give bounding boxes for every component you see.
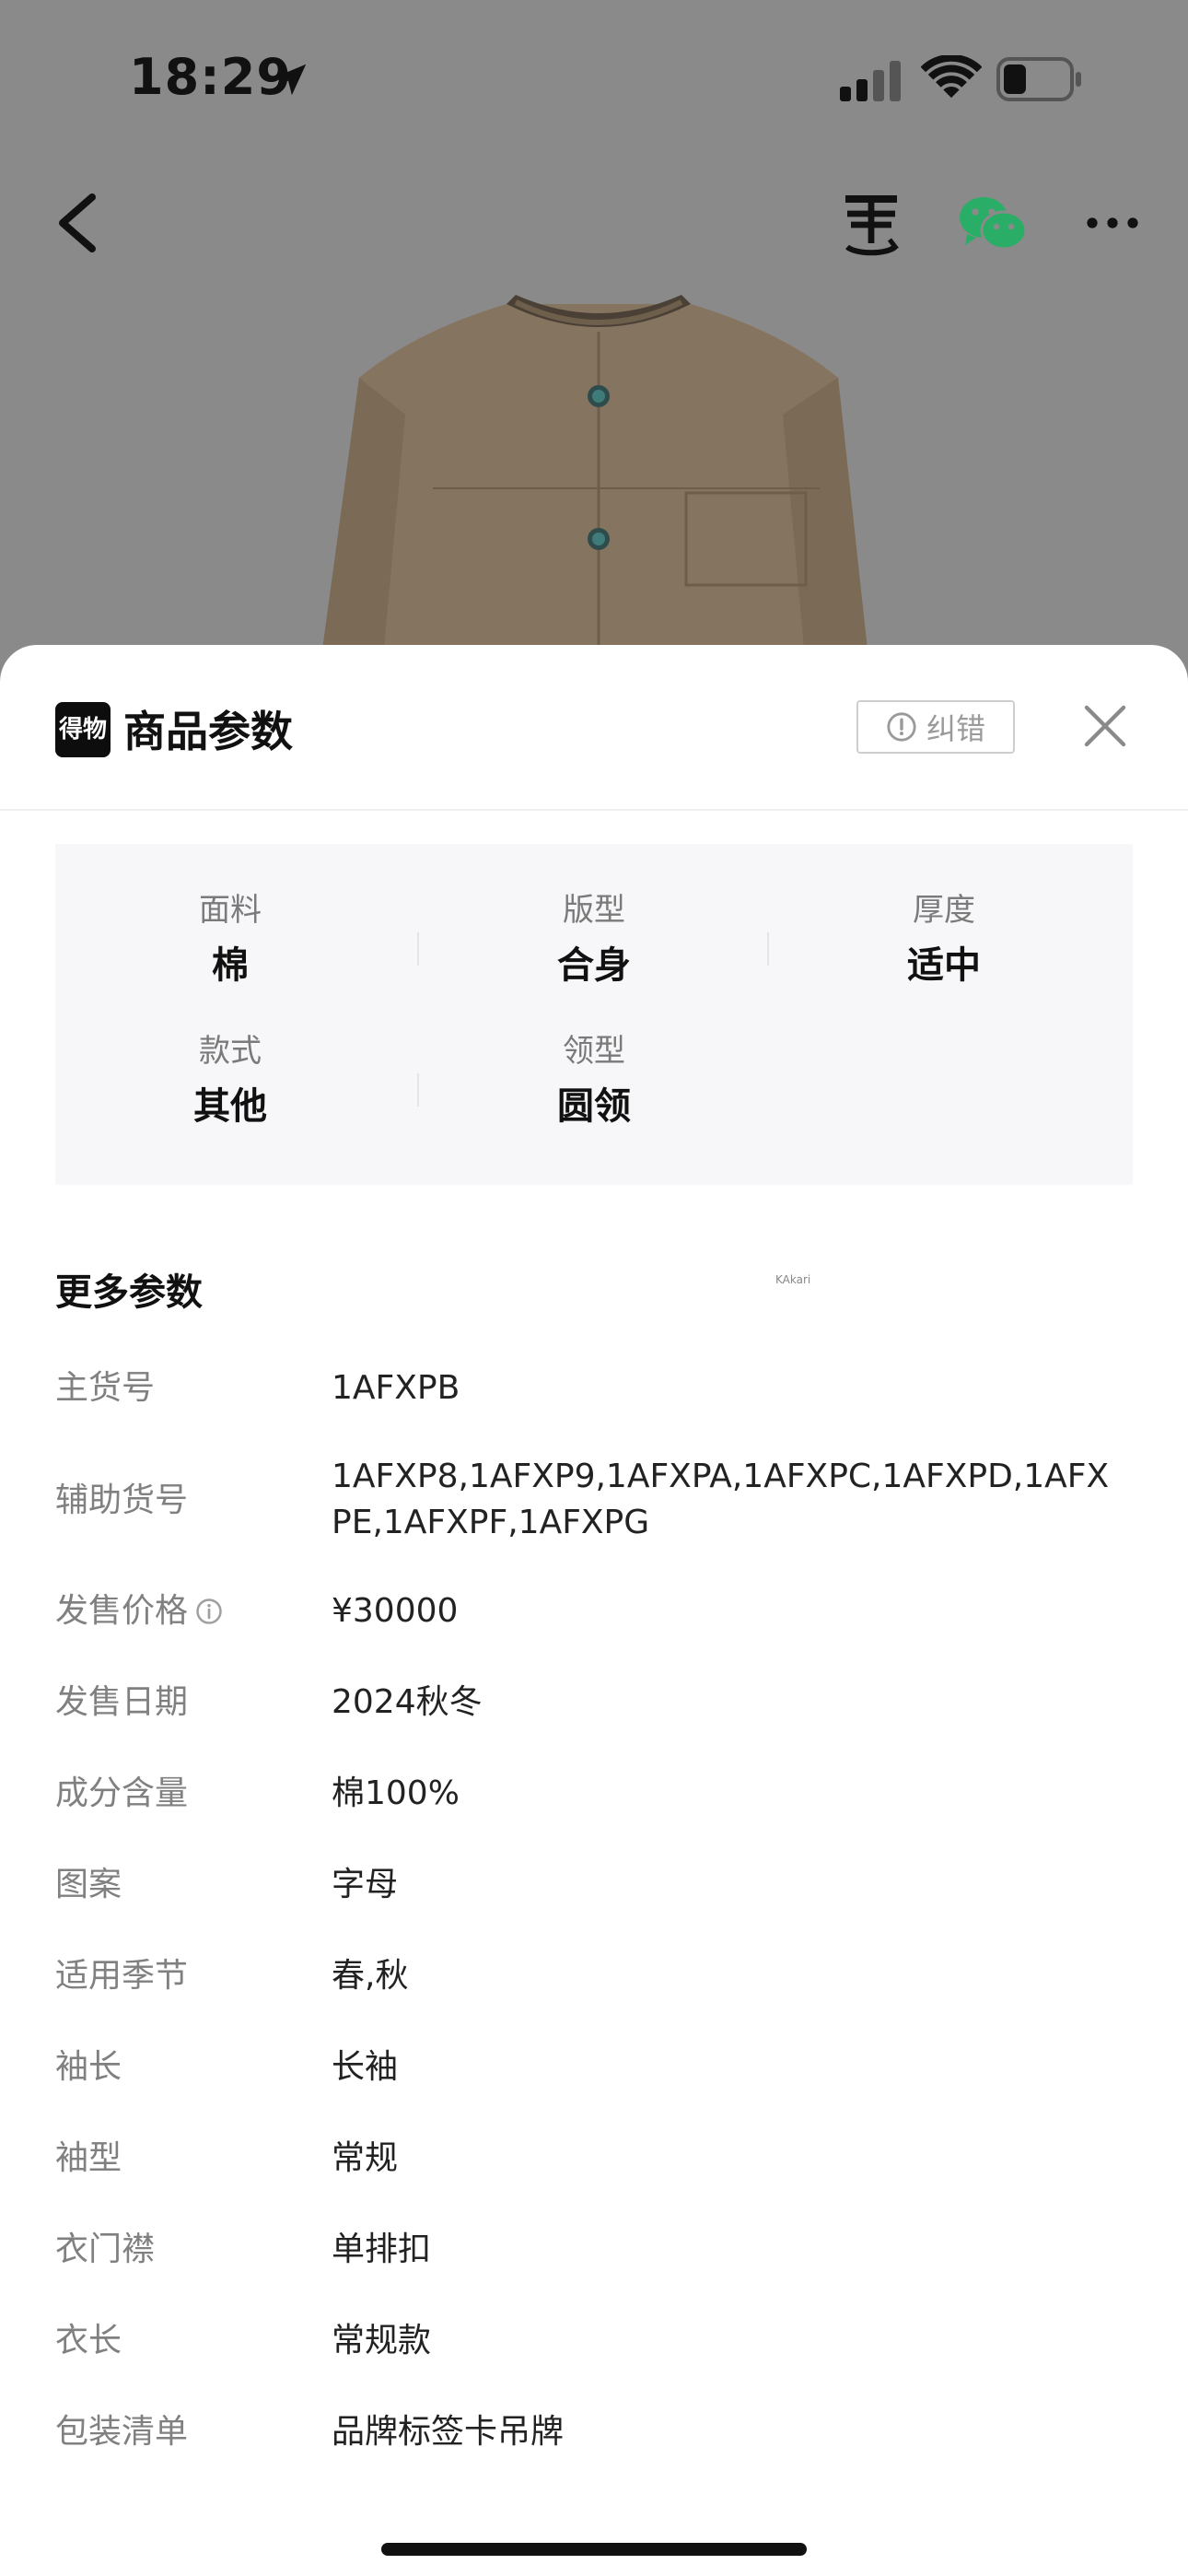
- param-label: 发售价格: [55, 1588, 223, 1634]
- back-icon[interactable]: [52, 192, 103, 254]
- param-label: 适用季节: [55, 1957, 189, 1995]
- key-param-label: 面料: [199, 892, 262, 929]
- param-value: 品牌标签卡吊牌: [332, 2413, 565, 2451]
- key-param-value: 合身: [557, 944, 631, 987]
- param-value: 棉100%: [332, 1774, 460, 1812]
- key-param-fabric: 面料 棉: [55, 890, 405, 991]
- wifi-icon: [921, 55, 982, 99]
- key-param-value: 其他: [193, 1085, 267, 1128]
- param-value: 常规: [332, 2139, 399, 2177]
- product-params-sheet: 得物 商品参数 纠错 面料 棉 版型 合身 厚度 适中 款式 其他 领型 圆领 …: [0, 645, 1188, 2576]
- param-label: 发售日期: [55, 1683, 189, 1721]
- signal-icon: [840, 61, 901, 101]
- report-error-button[interactable]: 纠错: [856, 700, 1015, 754]
- key-params-grid: 面料 棉 版型 合身 厚度 适中 款式 其他 领型 圆领: [55, 844, 1133, 1185]
- key-param-label: 厚度: [913, 892, 975, 929]
- key-param-collar: 领型 圆领: [419, 1031, 769, 1132]
- info-icon[interactable]: [195, 1598, 223, 1625]
- background-page-overlay: 18:29: [0, 0, 1188, 700]
- param-value: 1AFXPB: [332, 1369, 460, 1407]
- key-param-value: 圆领: [557, 1085, 631, 1128]
- param-value: 1AFXP8,1AFXP9,1AFXPA,1AFXPC,1AFXPD,1AFXP…: [332, 1458, 1110, 1541]
- param-label: 袖型: [55, 2139, 122, 2177]
- location-arrow-icon: [274, 64, 307, 96]
- more-icon[interactable]: [1085, 212, 1140, 234]
- param-label: 袖长: [55, 2048, 122, 2086]
- param-label: 包装清单: [55, 2413, 189, 2451]
- param-label: 主货号: [55, 1369, 156, 1407]
- wechat-icon[interactable]: [958, 193, 1028, 254]
- key-param-label: 版型: [563, 892, 625, 929]
- param-value: 长袖: [332, 2048, 399, 2086]
- key-param-label: 领型: [563, 1033, 625, 1070]
- report-error-label: 纠错: [926, 711, 985, 746]
- param-label: 图案: [55, 1866, 122, 1903]
- key-param-value: 棉: [212, 944, 249, 987]
- more-params-title: 更多参数: [55, 1271, 203, 1314]
- product-image: [315, 295, 873, 700]
- key-param-thickness: 厚度 适中: [769, 890, 1119, 991]
- param-value: 春,秋: [332, 1957, 409, 1995]
- status-bar: 18:29: [0, 0, 1188, 157]
- key-param-label: 款式: [199, 1033, 262, 1070]
- watermark: KAkari: [775, 1273, 811, 1286]
- param-label: 衣门襟: [55, 2231, 156, 2268]
- status-time: 18:29: [129, 48, 292, 106]
- close-icon[interactable]: [1083, 704, 1127, 748]
- brand-logo: 得物: [55, 702, 111, 757]
- home-indicator[interactable]: [381, 2543, 807, 2556]
- key-param-style: 款式 其他: [55, 1031, 405, 1132]
- param-value: 单排扣: [332, 2231, 432, 2268]
- param-value: 字母: [332, 1866, 399, 1903]
- param-label: 成分含量: [55, 1774, 189, 1812]
- battery-icon: [996, 57, 1081, 101]
- param-value: ¥30000: [332, 1592, 459, 1630]
- sheet-header: 得物 商品参数 纠错: [0, 645, 1188, 811]
- param-label: 衣长: [55, 2322, 122, 2359]
- sell-icon[interactable]: [840, 192, 903, 256]
- key-param-fit: 版型 合身: [419, 890, 769, 991]
- key-param-value: 适中: [907, 944, 981, 987]
- sheet-title: 商品参数: [123, 707, 293, 756]
- param-label-text: 发售价格: [55, 1592, 189, 1630]
- alert-circle-icon: [887, 712, 916, 742]
- param-label: 辅助货号: [55, 1481, 189, 1519]
- param-value: 常规款: [332, 2322, 432, 2359]
- param-value: 2024秋冬: [332, 1683, 483, 1721]
